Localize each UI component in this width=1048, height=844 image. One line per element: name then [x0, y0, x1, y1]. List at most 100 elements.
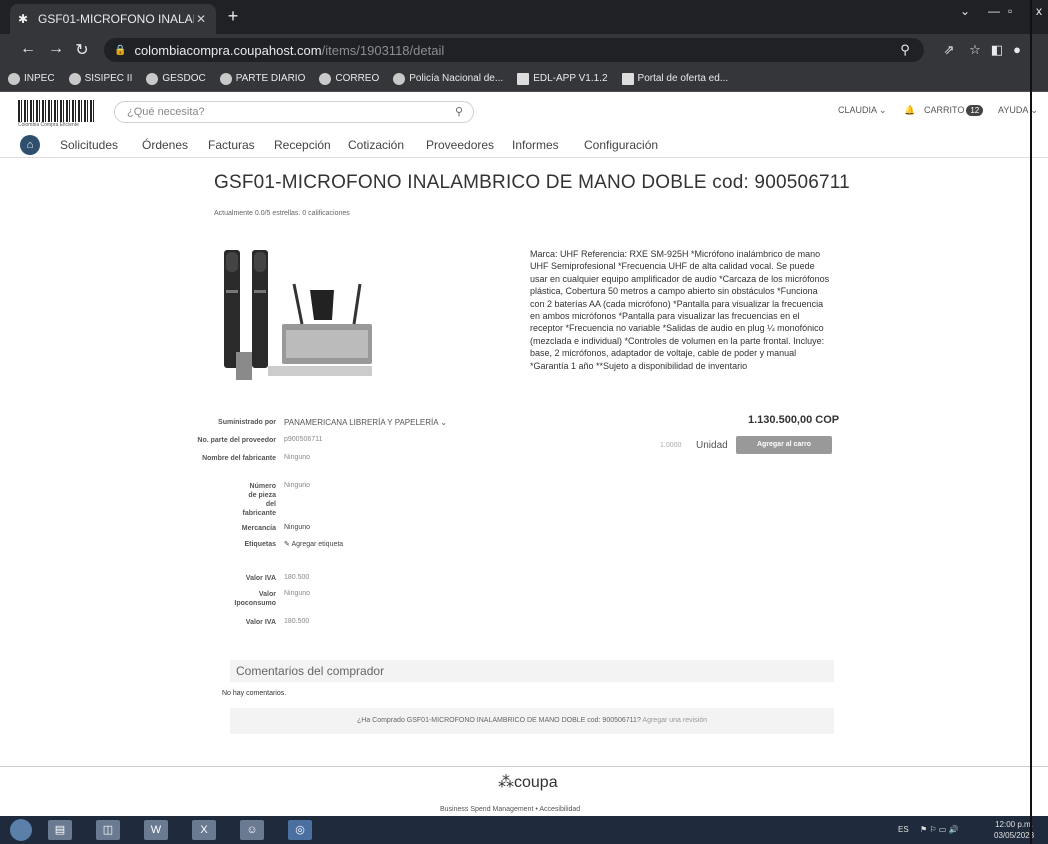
close-window-icon[interactable]: x	[1036, 4, 1042, 18]
tab-favicon-icon: ✱	[18, 12, 29, 26]
coupa-logo: ⁂coupa	[498, 774, 558, 791]
commodity-label: Mercancía	[241, 525, 276, 532]
bookmark-icon	[146, 72, 159, 85]
profile-icon[interactable]: ●	[1008, 42, 1026, 57]
main-nav: ⌂ Solicitudes Órdenes Facturas Recepción…	[0, 132, 1048, 158]
browser-toolbar: ← → ↻ 🔒 colombiacompra.coupahost.com /it…	[0, 34, 1048, 66]
tray-icons[interactable]: ⚑ ⚐ ▭ 🔊	[920, 825, 959, 834]
new-tab-icon[interactable]: +	[222, 6, 244, 27]
add-review-link[interactable]: Agregar una revisión	[642, 717, 707, 724]
police-icon	[393, 72, 406, 85]
nav-ordenes[interactable]: Órdenes	[142, 138, 188, 152]
nav-solicitudes[interactable]: Solicitudes	[60, 138, 118, 152]
bookmark-parte-diario[interactable]: PARTE DIARIO	[219, 72, 305, 85]
nav-facturas[interactable]: Facturas	[208, 138, 255, 152]
explorer-icon[interactable]: ▤	[48, 820, 72, 840]
part-number-label: No. parte del proveedor	[197, 437, 276, 444]
add-tag-link[interactable]: ✎ Agregar etiqueta	[284, 540, 343, 548]
logo-caption: Colombia Compra Eficiente	[18, 122, 79, 128]
share-icon[interactable]: ⇗	[940, 42, 958, 58]
search-input[interactable]: ¿Qué necesita? ⚲	[114, 101, 474, 123]
minimize-icon[interactable]: —	[988, 4, 1000, 18]
forward-icon[interactable]: →	[46, 40, 66, 58]
nav-recepcion[interactable]: Recepción	[274, 138, 331, 152]
tab-close-icon[interactable]: ✕	[194, 12, 208, 26]
globe-icon	[68, 72, 81, 85]
unit-label: Unidad	[696, 440, 728, 451]
app-header: Colombia Compra Eficiente ¿Qué necesita?…	[0, 92, 1048, 132]
mfr-part-label: Número de pieza del fabricante	[242, 483, 276, 517]
zoom-icon[interactable]: ⚲	[896, 42, 914, 58]
product-image	[224, 250, 372, 380]
bookmark-inpec[interactable]: INPEC	[8, 72, 55, 85]
address-bar[interactable]: 🔒 colombiacompra.coupahost.com /items/19…	[104, 38, 924, 62]
taskbar: ▤ ◫ W X ☺ ◎ ES ⚑ ⚐ ▭ 🔊 12:00 p.m. 03/05/…	[0, 816, 1048, 844]
globe-icon	[219, 72, 232, 85]
tab-title: GSF01-MICROFONO INALAMBR	[38, 12, 194, 26]
bookmark-correo[interactable]: CORREO	[319, 72, 379, 85]
cart-link[interactable]: CARRITO 12	[924, 105, 984, 116]
tag-icon: ✎	[284, 541, 290, 548]
notifications-icon[interactable]: 🔔	[904, 105, 915, 116]
portal-icon	[621, 72, 634, 85]
iva-value: 180.500	[284, 574, 310, 581]
restore-icon[interactable]: ▫	[1008, 4, 1012, 18]
bookmark-star-icon[interactable]: ☆	[966, 42, 984, 58]
iva2-value: 180.500	[284, 618, 310, 625]
footer-divider	[0, 766, 1048, 767]
side-panel-icon[interactable]: ◧	[988, 42, 1006, 58]
url-path: /items/1903118/detail	[321, 42, 445, 58]
bookmark-portal[interactable]: Portal de oferta ed...	[621, 72, 728, 85]
colombia-compra-logo[interactable]	[18, 100, 96, 122]
comments-heading: Comentarios del comprador	[230, 660, 834, 682]
tags-label: Etiquetas	[244, 541, 276, 548]
bookmarks-bar: INPEC SISIPEC II GESDOC PARTE DIARIO COR…	[0, 66, 1048, 92]
browser-taskbar-icon[interactable]: ◎	[288, 820, 312, 840]
rating-text: Actualmente 0.0/5 estrellas. 0 calificac…	[214, 210, 350, 217]
users-icon[interactable]: ☺	[240, 820, 264, 840]
add-to-cart-button[interactable]: Agregar al carro	[736, 436, 832, 454]
nav-configuracion[interactable]: Configuración	[584, 138, 658, 152]
language-indicator[interactable]: ES	[898, 825, 909, 834]
footer-text: Business Spend Management • Accesibilida…	[440, 806, 581, 813]
clock[interactable]: 12:00 p.m. 03/05/2023	[994, 819, 1034, 841]
ipoconsumo-value: Ninguno	[284, 590, 311, 597]
word-icon[interactable]: W	[144, 820, 168, 840]
nav-proveedores[interactable]: Proveedores	[426, 138, 494, 152]
back-icon[interactable]: ←	[18, 40, 38, 58]
bookmark-gesdoc[interactable]: GESDOC	[146, 72, 206, 85]
product-price: 1.130.500,00 COP	[748, 414, 840, 426]
url-host: colombiacompra.coupahost.com	[134, 42, 322, 58]
nav-cotizacion[interactable]: Cotización	[348, 138, 404, 152]
home-icon[interactable]: ⌂	[20, 135, 40, 155]
mfr-name-label: Nombre del fabricante	[202, 455, 276, 462]
search-icon[interactable]: ⚲	[455, 105, 463, 118]
bookmark-sisipec[interactable]: SISIPEC II	[68, 72, 132, 85]
nav-informes[interactable]: Informes	[512, 138, 559, 152]
start-button[interactable]	[10, 819, 32, 841]
tab-search-icon[interactable]: ⌄	[960, 4, 970, 18]
reload-icon[interactable]: ↻	[72, 40, 92, 60]
no-comments-text: No hay comentarios.	[222, 690, 287, 697]
clock-date: 03/05/2023	[994, 831, 1035, 840]
excel-icon[interactable]: X	[192, 820, 216, 840]
supplier-select[interactable]: PANAMERICANA LIBRERÍA Y PAPELERÍA ⌄	[284, 418, 447, 427]
mfr-part-value: Ninguno	[284, 482, 311, 489]
search-placeholder: ¿Qué necesita?	[127, 106, 205, 118]
browser-tab[interactable]: ✱ GSF01-MICROFONO INALAMBR ✕	[10, 4, 216, 34]
document-icon	[517, 72, 530, 85]
product-title: GSF01-MICROFONO INALAMBRICO DE MANO DOBL…	[214, 172, 850, 193]
bookmark-edl-app[interactable]: EDL-APP V1.1.2	[517, 72, 608, 85]
ipoconsumo-label: Valor Ipoconsumo	[234, 591, 276, 607]
bookmark-policia[interactable]: Policía Nacional de...	[393, 72, 503, 85]
scan-edge-line	[1030, 0, 1032, 844]
globe-icon	[319, 72, 332, 85]
part-number-value: p900506711	[284, 436, 323, 443]
user-menu[interactable]: CLAUDIA ⌄	[838, 105, 887, 116]
iva2-label: Valor IVA	[245, 619, 276, 626]
product-description: Marca: UHF Referencia: RXE SM-925H *Micr…	[530, 249, 830, 371]
quantity-input[interactable]: 1.0000	[660, 442, 681, 449]
app-icon[interactable]: ◫	[96, 820, 120, 840]
cart-count-badge: 12	[966, 105, 984, 116]
lock-icon: 🔒	[114, 44, 127, 56]
